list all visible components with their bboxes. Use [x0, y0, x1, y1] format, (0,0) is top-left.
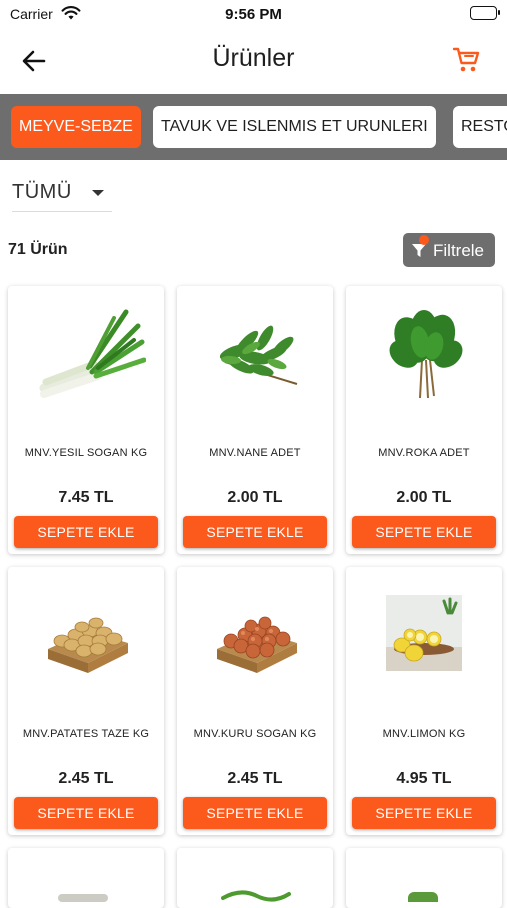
add-to-cart-button[interactable]: SEPETE EKLE [183, 797, 327, 829]
arugula-image [364, 302, 484, 402]
product-grid: MNV.YESIL SOGAN KG 7.45 TL SEPETE EKLE M… [0, 0, 507, 908]
product-name: MNV.NANE ADET [209, 447, 301, 459]
product-card[interactable]: MNV.NANE ADET 2.00 TL SEPETE EKLE [177, 286, 333, 554]
product-card[interactable] [346, 848, 502, 908]
green-onion-image [26, 302, 147, 402]
mint-image [195, 302, 315, 402]
add-to-cart-button[interactable]: SEPETE EKLE [14, 797, 158, 829]
product-name: MNV.ROKA ADET [378, 447, 470, 459]
product-card[interactable]: MNV.YESIL SOGAN KG 7.45 TL SEPETE EKLE [8, 286, 164, 554]
green-beans-image-partial [221, 888, 291, 907]
product-card[interactable] [8, 848, 164, 908]
product-image-partial [58, 894, 108, 902]
product-card[interactable]: MNV.ROKA ADET 2.00 TL SEPETE EKLE [346, 286, 502, 554]
add-to-cart-button[interactable]: SEPETE EKLE [14, 516, 158, 548]
product-name: MNV.KURU SOGAN KG [193, 728, 317, 740]
product-price: 7.45 TL [58, 489, 114, 506]
onion-crate-image [195, 583, 315, 683]
product-price: 4.95 TL [396, 770, 452, 787]
add-to-cart-button[interactable]: SEPETE EKLE [352, 516, 496, 548]
product-card[interactable]: MNV.PATATES TAZE KG 2.45 TL SEPETE EKLE [8, 567, 164, 835]
product-price: 2.45 TL [227, 770, 283, 787]
potato-crate-image [26, 583, 146, 683]
add-to-cart-button[interactable]: SEPETE EKLE [352, 797, 496, 829]
product-price: 2.00 TL [396, 489, 452, 506]
product-card[interactable]: MNV.KURU SOGAN KG 2.45 TL SEPETE EKLE [177, 567, 333, 835]
product-name: MNV.LIMON KG [382, 728, 466, 740]
product-name: MNV.YESIL SOGAN KG [24, 447, 148, 459]
product-card[interactable] [177, 848, 333, 908]
product-card[interactable]: MNV.LIMON KG 4.95 TL SEPETE EKLE [346, 567, 502, 835]
product-name: MNV.PATATES TAZE KG [22, 728, 150, 740]
lemons-image [364, 583, 484, 683]
product-price: 2.45 TL [58, 770, 114, 787]
product-price: 2.00 TL [227, 489, 283, 506]
greens-image-partial [408, 892, 438, 902]
add-to-cart-button[interactable]: SEPETE EKLE [183, 516, 327, 548]
